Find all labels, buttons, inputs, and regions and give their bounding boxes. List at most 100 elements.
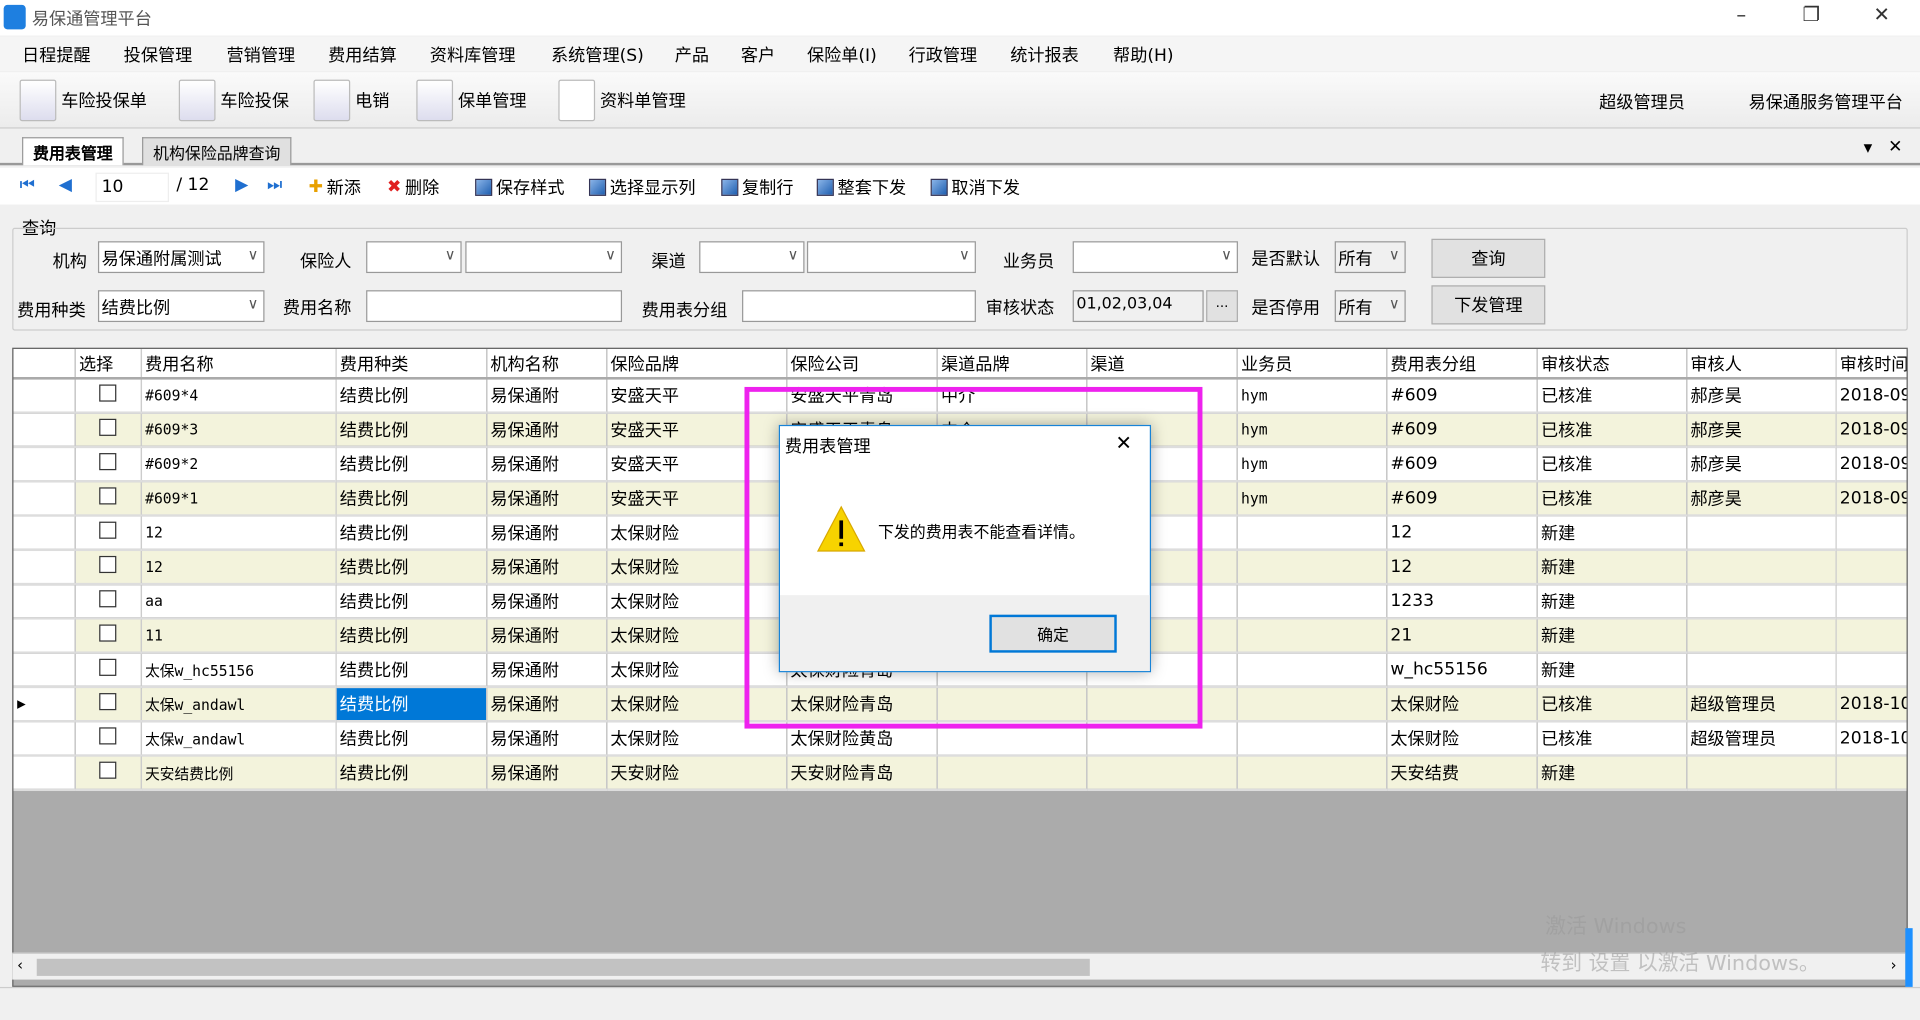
table-cell[interactable]: 新建 [1536,515,1687,552]
table-cell[interactable] [1686,549,1837,586]
table-cell[interactable]: 结费比例 [335,686,487,723]
table-cell[interactable]: 结费比例 [335,618,487,654]
table-cell[interactable]: 太保w_andawl [140,721,337,757]
menu-item[interactable]: 营销管理 [227,43,296,67]
row-header[interactable] [13,652,76,689]
table-cell[interactable]: 12 [1386,515,1538,552]
table-cell[interactable]: hym [1236,481,1387,517]
table-cell[interactable]: 易保通附 [486,584,607,620]
table-cell[interactable]: 已核准 [1536,412,1687,449]
row-checkbox[interactable] [98,693,116,711]
table-cell[interactable]: 易保通附 [486,618,607,654]
table-cell[interactable]: 易保通附 [486,481,607,517]
tab-org-brand-query[interactable]: 机构保险品牌查询 [142,137,292,166]
table-cell[interactable] [1686,584,1837,620]
table-cell[interactable] [1686,618,1837,654]
scroll-left-icon[interactable]: ‹ [17,956,23,973]
table-cell[interactable]: 太保w_hc55156 [140,652,337,689]
table-cell[interactable]: 易保通附 [486,378,607,414]
table-cell[interactable] [1086,755,1238,792]
table-cell[interactable]: 新建 [1536,584,1687,620]
table-cell[interactable]: 21 [1386,618,1538,654]
table-cell[interactable] [1835,652,1907,689]
status-input[interactable]: 01,02,03,04 [1072,290,1204,323]
column-header[interactable]: 渠道品牌 [936,348,1087,380]
channel-select[interactable]: ∨ [699,241,805,274]
table-cell[interactable]: #609 [1386,378,1538,414]
table-cell[interactable]: 易保通附 [486,549,607,586]
column-header[interactable]: 保险品牌 [606,348,787,380]
column-header[interactable]: 机构名称 [486,348,607,380]
table-cell[interactable]: 2018-09- [1835,446,1907,483]
column-header[interactable]: 选择 [74,348,142,380]
row-checkbox[interactable] [98,624,116,642]
minimize-button[interactable]: – [1736,2,1746,25]
table-cell[interactable]: 结费比例 [335,755,487,792]
table-cell[interactable]: 结费比例 [335,412,487,449]
row-header[interactable] [13,412,76,449]
menu-item[interactable]: 资料库管理 [430,43,516,67]
row-header[interactable] [13,446,76,483]
table-cell[interactable]: 超级管理员 [1686,721,1837,757]
add-button[interactable]: ✚ 新添 [309,175,361,199]
table-cell[interactable] [1686,515,1837,552]
row-checkbox[interactable] [98,384,116,402]
table-cell[interactable]: 11 [140,618,337,654]
menu-item[interactable]: 产品 [675,43,709,67]
scroll-right-icon[interactable]: › [1891,956,1897,973]
table-cell[interactable]: 易保通附 [486,412,607,449]
table-cell[interactable] [1236,515,1387,552]
org-select[interactable]: 易保通附属测试 ∨ [97,241,265,274]
table-cell[interactable] [1236,721,1387,757]
table-cell[interactable]: #609 [1386,446,1538,483]
table-cell[interactable]: 天安结费 [1386,755,1538,792]
table-cell[interactable]: 新建 [1536,549,1687,586]
menu-item[interactable]: 客户 [741,43,775,67]
table-cell[interactable]: 结费比例 [335,584,487,620]
tab-dropdown-icon[interactable]: ▾ [1864,138,1873,158]
table-cell[interactable]: 2018-09- [1835,481,1907,517]
menu-item[interactable]: 保险单(I) [807,43,877,67]
table-cell[interactable]: 2018-10- [1835,686,1907,723]
query-button[interactable]: 查询 [1431,238,1546,278]
cancel-issue-button[interactable]: 取消下发 [930,175,1020,199]
insurer-select[interactable]: ∨ [366,241,462,274]
row-checkbox[interactable] [98,727,116,745]
column-header[interactable]: 审核时间 [1835,348,1907,380]
ok-button[interactable]: 确定 [989,614,1117,653]
table-cell[interactable]: 太保w_andawl [140,686,337,723]
table-cell[interactable]: 已核准 [1536,378,1687,414]
table-cell[interactable]: hym [1236,412,1387,449]
table-cell[interactable]: 易保通附 [486,515,607,552]
tab-close-icon[interactable]: ✕ [1888,137,1902,157]
tab-fee-table[interactable]: 费用表管理 [22,137,124,166]
default-select[interactable]: 所有 ∨ [1334,241,1406,274]
table-cell[interactable]: #609*1 [140,481,337,517]
table-cell[interactable] [1686,652,1837,689]
car-insurance-form-button[interactable]: 车险投保单 [19,79,147,122]
fee-type-select[interactable]: 结费比例 ∨ [97,290,265,323]
column-header[interactable]: 费用名称 [140,348,337,380]
table-cell[interactable]: 天安财险青岛 [786,755,938,792]
row-header[interactable] [13,481,76,517]
table-cell[interactable]: 2018-10- [1835,721,1907,757]
row-header[interactable] [13,378,76,414]
table-cell[interactable]: 结费比例 [335,549,487,586]
table-cell[interactable]: 新建 [1536,755,1687,792]
row-header[interactable] [13,755,76,792]
row-header[interactable] [13,584,76,620]
table-cell[interactable] [1236,686,1387,723]
menu-item[interactable]: 行政管理 [909,43,978,67]
first-page-button[interactable]: ⏮ [20,175,35,195]
table-cell[interactable] [1236,618,1387,654]
table-cell[interactable]: 结费比例 [335,378,487,414]
table-cell[interactable] [1835,549,1907,586]
issue-all-button[interactable]: 整套下发 [816,175,906,199]
table-cell[interactable]: #609*2 [140,446,337,483]
table-cell[interactable]: #609 [1386,481,1538,517]
table-cell[interactable] [1835,755,1907,792]
table-cell[interactable]: 结费比例 [335,481,487,517]
channel-sub-select[interactable]: ∨ [806,241,976,274]
close-button[interactable]: ✕ [1873,2,1889,25]
prev-page-button[interactable]: ◀ [59,175,72,195]
